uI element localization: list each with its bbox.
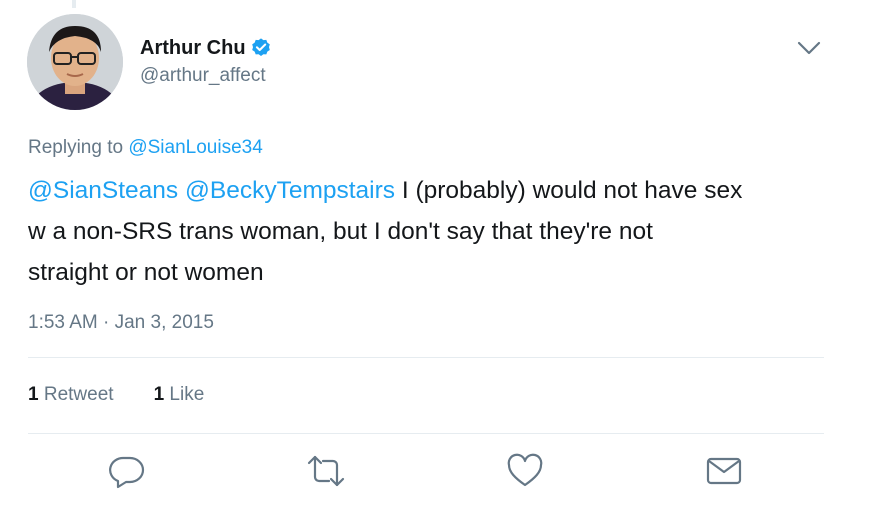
tweet-body-line-1: I (probably) would not have sex bbox=[395, 177, 743, 204]
replying-to: Replying to @SianLouise34 bbox=[28, 137, 263, 159]
mention-link[interactable]: @SianSteans bbox=[28, 177, 178, 204]
tweet-body-line-3: straight or not women bbox=[28, 259, 264, 286]
retweets-stat[interactable]: 1 Retweet bbox=[28, 384, 114, 406]
author-display-name[interactable]: Arthur Chu bbox=[140, 35, 246, 61]
replying-prefix: Replying to bbox=[28, 137, 129, 158]
tweet-body-line-2: w a non-SRS trans woman, but I don't say… bbox=[28, 218, 653, 245]
tweet-actions bbox=[0, 451, 891, 491]
author-handle[interactable]: @arthur_affect bbox=[140, 63, 272, 89]
replying-to-link[interactable]: @SianLouise34 bbox=[128, 137, 262, 158]
retweet-icon[interactable] bbox=[306, 451, 346, 491]
mention-link[interactable]: @BeckyTempstairs bbox=[185, 177, 395, 204]
divider bbox=[28, 433, 824, 434]
chevron-down-icon[interactable] bbox=[796, 37, 822, 59]
like-icon[interactable] bbox=[505, 451, 545, 491]
message-icon[interactable] bbox=[704, 451, 744, 491]
tweet-text: @SianSteans @BeckyTempstairs I (probably… bbox=[28, 170, 828, 293]
avatar-photo bbox=[27, 14, 123, 110]
thread-connector-line bbox=[72, 0, 76, 8]
retweets-label: Retweet bbox=[43, 384, 114, 405]
verified-badge-icon bbox=[250, 37, 272, 59]
divider bbox=[28, 357, 824, 358]
author-block[interactable]: Arthur Chu @arthur_affect bbox=[140, 35, 272, 89]
likes-stat[interactable]: 1 Like bbox=[154, 384, 205, 406]
tweet-timestamp[interactable]: 1:53 AM · Jan 3, 2015 bbox=[28, 312, 214, 334]
retweets-count: 1 bbox=[28, 384, 39, 405]
likes-label: Like bbox=[169, 384, 205, 405]
tweet-stats: 1 Retweet 1 Like bbox=[28, 384, 244, 406]
likes-count: 1 bbox=[153, 384, 165, 405]
avatar[interactable] bbox=[27, 14, 123, 110]
reply-icon[interactable] bbox=[107, 451, 147, 491]
